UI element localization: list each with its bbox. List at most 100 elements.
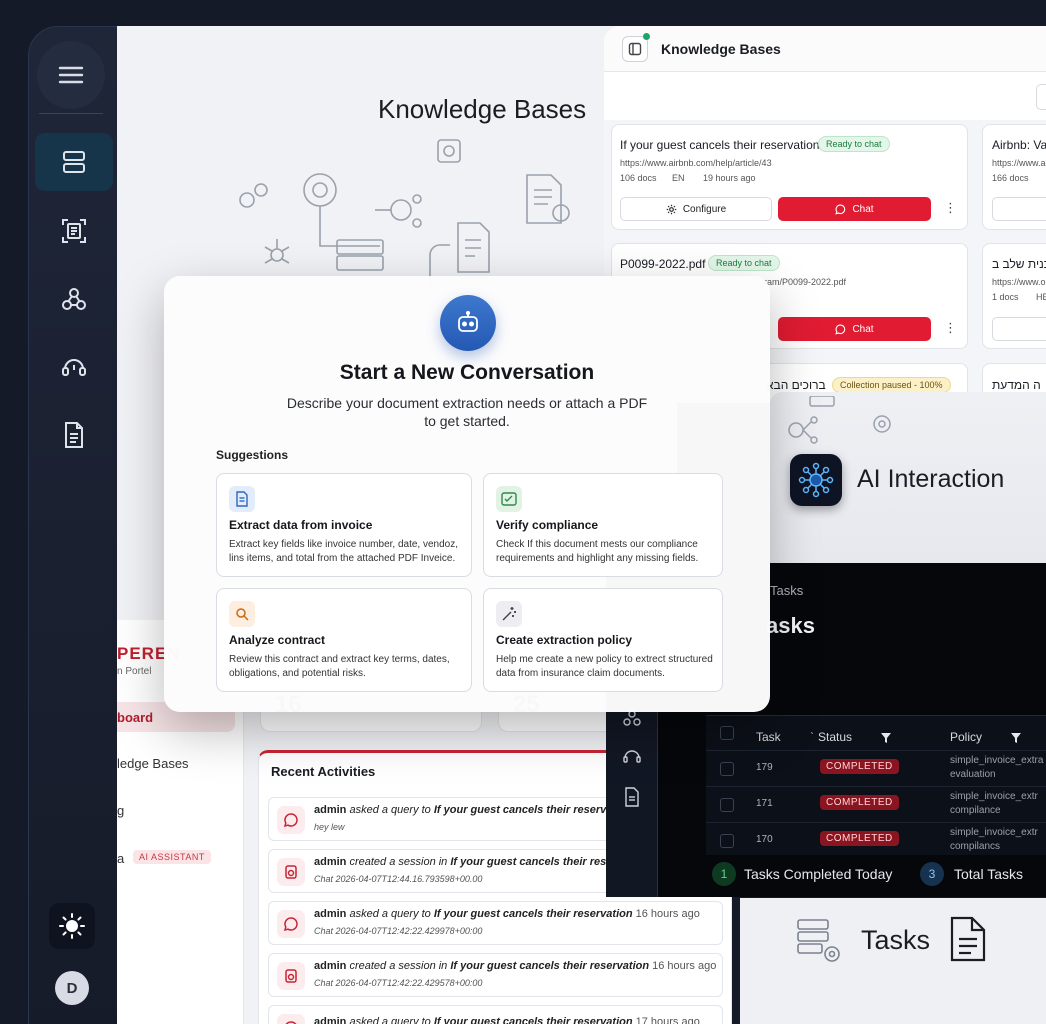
chat-bubble-icon — [835, 324, 846, 335]
theme-toggle-button[interactable] — [49, 903, 95, 949]
row-checkbox[interactable] — [720, 834, 734, 848]
rail-divider — [39, 113, 103, 114]
network-illustration — [788, 396, 891, 444]
tasks-footer-title: Tasks — [861, 925, 931, 955]
tasks-table: Task ˋ Status Policy 179 COMPLETED simpl… — [706, 715, 1046, 855]
sidebar-toggle-icon — [628, 42, 642, 56]
nav-rail: D — [28, 26, 120, 1024]
activity-item[interactable]: admin created a session in If your guest… — [268, 953, 723, 997]
tasks-heading: asks — [766, 613, 815, 638]
status-badge: Ready to chat — [708, 255, 780, 271]
collapse-sidebar-button[interactable] — [622, 36, 648, 62]
kb-card-docs: 1 docs — [992, 292, 1019, 302]
activity-item[interactable]: admin asked a query to If your guest can… — [268, 901, 723, 945]
table-row[interactable]: 179 COMPLETED simple_invoice_extra evalua… — [706, 750, 1046, 786]
row-checkbox[interactable] — [720, 798, 734, 812]
tasks-summary: 1 Tasks Completed Today 3 Total Tasks — [706, 856, 1046, 892]
status-badge: COMPLETED — [820, 795, 899, 810]
kb-card-docs: 166 docs — [992, 173, 1029, 183]
neural-network-icon — [798, 462, 834, 498]
rail-item-support[interactable] — [35, 338, 113, 396]
activity-item[interactable]: admin asked a query to If your guest can… — [268, 1005, 723, 1024]
chat-button[interactable]: Chat — [778, 317, 931, 341]
chat-bubble-icon — [283, 813, 298, 828]
ai-interaction-title: AI Interaction — [857, 465, 1005, 493]
tasks-footer-area — [740, 898, 1046, 1024]
rail-item-documents[interactable] — [35, 406, 113, 464]
document-icon — [950, 916, 986, 962]
layout-icon — [63, 151, 85, 173]
chat-button[interactable]: Chat — [778, 197, 931, 221]
suggestion-card-verify-compliance[interactable]: Verify compliance Check If this document… — [483, 473, 723, 577]
filter-icon[interactable] — [1010, 732, 1022, 744]
sidebar-item-knowledge-bases[interactable]: ledge Bases — [117, 756, 189, 771]
table-row[interactable]: 171 COMPLETED simple_invoice_extr compila… — [706, 786, 1046, 822]
kb-card-name: P0099-2022.pdf — [620, 257, 706, 271]
configure-button[interactable] — [992, 197, 1046, 221]
search-icon — [236, 608, 249, 621]
kb-card-url: https://www.ai — [992, 158, 1046, 168]
ai-assistant-badge: AI ASSISTANT — [133, 850, 211, 864]
total-tasks-count: 3 — [920, 862, 944, 886]
support-agent-icon[interactable] — [622, 746, 642, 766]
kb-toolbar-button[interactable] — [1036, 84, 1046, 110]
session-icon — [285, 865, 297, 879]
sidebar-item-dashboard[interactable]: board — [117, 710, 153, 725]
chat-bubble-icon — [835, 204, 846, 215]
suggestion-card-analyze-contract[interactable]: Analyze contract Review this contract an… — [216, 588, 472, 692]
user-avatar[interactable]: D — [55, 971, 89, 1005]
rail-item-extraction[interactable] — [35, 202, 113, 260]
configure-button[interactable]: Configure — [620, 197, 772, 221]
table-row[interactable]: 170 COMPLETED simple_invoice_extr compila… — [706, 822, 1046, 858]
assistant-avatar — [440, 295, 496, 351]
recent-activities-title: Recent Activities — [271, 764, 376, 779]
sort-icon[interactable]: ˋ — [810, 730, 814, 744]
document-icon[interactable] — [624, 787, 640, 807]
kb-card-name: Airbnb: Va — [992, 138, 1046, 152]
menu-button[interactable] — [37, 41, 105, 109]
chat-bubble-icon — [285, 1021, 297, 1024]
rail-item-integrations[interactable] — [35, 270, 113, 328]
completed-today-count: 1 — [712, 862, 736, 886]
suggestion-card-create-policy[interactable]: Create extraction policy Help me create … — [483, 588, 723, 692]
breadcrumb[interactable]: Tasks — [770, 583, 803, 598]
scan-document-icon — [62, 219, 86, 243]
kb-card-url: https://www.airbnb.com/help/article/43 — [620, 158, 772, 168]
online-indicator — [643, 33, 650, 40]
row-checkbox[interactable] — [720, 762, 734, 776]
ai-interaction-icon — [790, 454, 842, 506]
status-badge: COMPLETED — [820, 759, 899, 774]
kb-card-time: 19 hours ago — [703, 173, 756, 183]
select-all-checkbox[interactable] — [720, 726, 734, 740]
gear-icon — [666, 204, 677, 214]
column-header-status[interactable]: Status — [818, 730, 852, 744]
column-header-policy[interactable]: Policy — [950, 730, 982, 744]
kb-toolbar — [604, 72, 1046, 120]
more-options-icon[interactable]: ⋮ — [944, 320, 957, 336]
status-badge: Ready to chat — [818, 136, 890, 152]
server-settings-icon — [797, 919, 840, 962]
compliance-icon — [501, 492, 517, 506]
robot-icon — [458, 311, 478, 332]
more-options-icon[interactable]: ⋮ — [944, 200, 957, 216]
kb-card-name: ה המדעת — [992, 378, 1041, 392]
filter-icon[interactable] — [880, 732, 892, 744]
rail-item-dashboard[interactable] — [35, 133, 113, 191]
sidebar-item-assistant[interactable]: a — [117, 851, 124, 866]
status-badge: COMPLETED — [820, 831, 899, 846]
dialog-title: Start a New Conversation — [339, 361, 595, 384]
brand-subtitle: n Portel — [117, 666, 152, 677]
kb-card-url: https://www.o — [992, 277, 1046, 287]
page-title: Knowledge Bases — [378, 94, 587, 124]
menu-icon — [58, 66, 84, 84]
column-header-task[interactable]: Task — [756, 730, 781, 744]
kb-card-lang: EN — [672, 173, 685, 183]
sidebar-item-log[interactable]: g — [117, 803, 124, 818]
configure-button[interactable] — [992, 317, 1046, 341]
suggestions-label: Suggestions — [216, 448, 289, 462]
invoice-icon — [236, 491, 248, 507]
suggestion-card-extract-invoice[interactable]: Extract data from invoice Extract key fi… — [216, 473, 472, 577]
kb-card-url: ram/P0099-2022.pdf — [764, 277, 847, 287]
session-icon — [285, 969, 297, 983]
kb-card-name: ברוכים הבא — [766, 378, 826, 392]
